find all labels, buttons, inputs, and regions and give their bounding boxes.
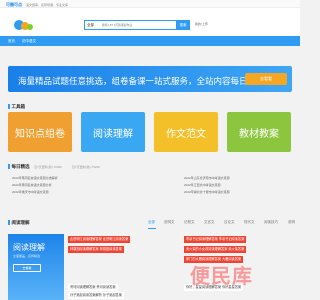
list-item[interactable]: 2022年黄冈名校语文真题分类解析 [12,176,58,180]
search-box: 全部 搜索 [84,20,190,30]
tab-all[interactable]: 全部 [148,220,155,225]
reading-title: 阅读理解 [8,220,30,226]
list-item[interactable]: 2022年黄冈名校语文真题分析 [12,183,52,187]
reading-promo-card[interactable]: 阅读理解 全面覆盖，名师精选 去看看 [8,234,64,300]
tool-label: 阅读理解 [93,129,133,140]
logo-dot-green [27,24,33,30]
reading-header: 阅读理解 全部 说明文 记叙文 文言文 议论文 现代文 阅读技巧 说明 [0,214,300,236]
nav-item-home[interactable]: 首页 [8,39,15,44]
tab-expository[interactable]: 说明文 [164,220,175,225]
nav-item-junior-chinese[interactable]: 初中语文 [22,39,36,44]
daily-tab-7d-a[interactable]: 近7天更新(篇):76060 [34,165,62,169]
daily-tab-7d-b[interactable]: 近7天更新(篇):75228 [72,165,100,169]
brand-slogan: 语文题库、名师导课、专业文库 [26,2,69,7]
tool-knowledge-quiz[interactable]: 知识点组卷 [8,112,72,152]
search-input[interactable] [102,22,176,28]
list-item[interactable]: 2022年山东省济南市中考语文真题 [184,176,230,180]
active-tab-underline [148,228,156,229]
tool-lesson-plan[interactable]: 教材教案 [227,112,291,152]
list-item[interactable]: 黄河阅读理解答案 黄河阅读答案 [68,284,118,291]
tool-label: 教材教案 [239,129,279,140]
reading-list: 走进明江阅读理解答案 走进明江阅读答案 李泉书记阅读理解答案 李泉书记阅读答案 … [68,236,294,300]
tool-reading[interactable]: 阅读理解 [81,112,145,152]
list-item[interactable]: 卖火柴的小女孩阅读理解答案 卖火柴答案 [184,246,247,253]
tool-label: 作文范文 [166,129,206,140]
search-button[interactable]: 搜索 [176,20,190,30]
site-logo[interactable] [14,20,34,30]
card-button[interactable]: 去看看 [13,264,41,272]
list-item[interactable]: 2022年重庆市中考语文真题 [12,190,49,194]
top-bar: 可圈可点 语文题库、名师导课、专业文库 [0,0,300,8]
tab-argumentative[interactable]: 议论文 [224,220,235,225]
card-title: 阅读理解 [13,243,45,252]
upload-link[interactable]: 我的/上传 [195,22,217,29]
banner-go-button[interactable]: 去看看 [245,73,287,85]
list-item[interactable]: 走进明江阅读理解答案 走进明江阅读答案 [68,236,131,243]
list-item[interactable]: 2022年江西省中考语文真题 [184,183,221,187]
toolbox: 知识点组卷 阅读理解 作文范文 教材教案 [8,112,292,152]
tab-narrative[interactable]: 记叙文 [184,220,195,225]
tab-more[interactable]: 说明 [288,220,295,225]
daily-list: 2022年黄冈名校语文真题分类解析 2022年山东省济南市中考语文真题 2022… [8,176,292,196]
promo-banner[interactable]: 海量精品试题任意挑选，组卷备课一站式服务，全站内容每日更新 去看看 [8,66,292,92]
tool-essay[interactable]: 作文范文 [154,112,218,152]
watermark: 便民库 [190,266,253,288]
reading-tabs: 全部 说明文 记叙文 文言文 议论文 现代文 阅读技巧 说明 [148,220,298,229]
tab-modern[interactable]: 现代文 [244,220,255,225]
main-nav: 首页 初中语文 [0,36,300,46]
card-subtitle: 全面覆盖，名师精选 [13,254,41,258]
search-scope-select[interactable]: 全部 [87,23,100,28]
tab-reading-tips[interactable]: 阅读技巧 [264,220,278,225]
list-item[interactable]: 2022年湖北省十堰市中考语文真题 [184,190,230,194]
header: 全部 搜索 我的/上传 [0,8,300,36]
tools-title: 工具箱 [8,104,26,110]
tool-label: 知识点组卷 [15,129,65,140]
list-item[interactable]: 林徽因阅读理解答案 林徽因阅读答案 [68,246,124,253]
daily-title: 每日精选 [8,164,30,170]
list-item[interactable]: 李泉书记阅读理解答案 李泉书记阅读答案 [184,236,247,243]
tab-classical[interactable]: 文言文 [204,220,215,225]
list-item[interactable]: 孙子吴起阅读答案解析 孙子吴起答案 [68,292,124,299]
banner-text: 海量精品试题任意挑选，组卷备课一站式服务，全站内容每日更新 [18,76,265,86]
